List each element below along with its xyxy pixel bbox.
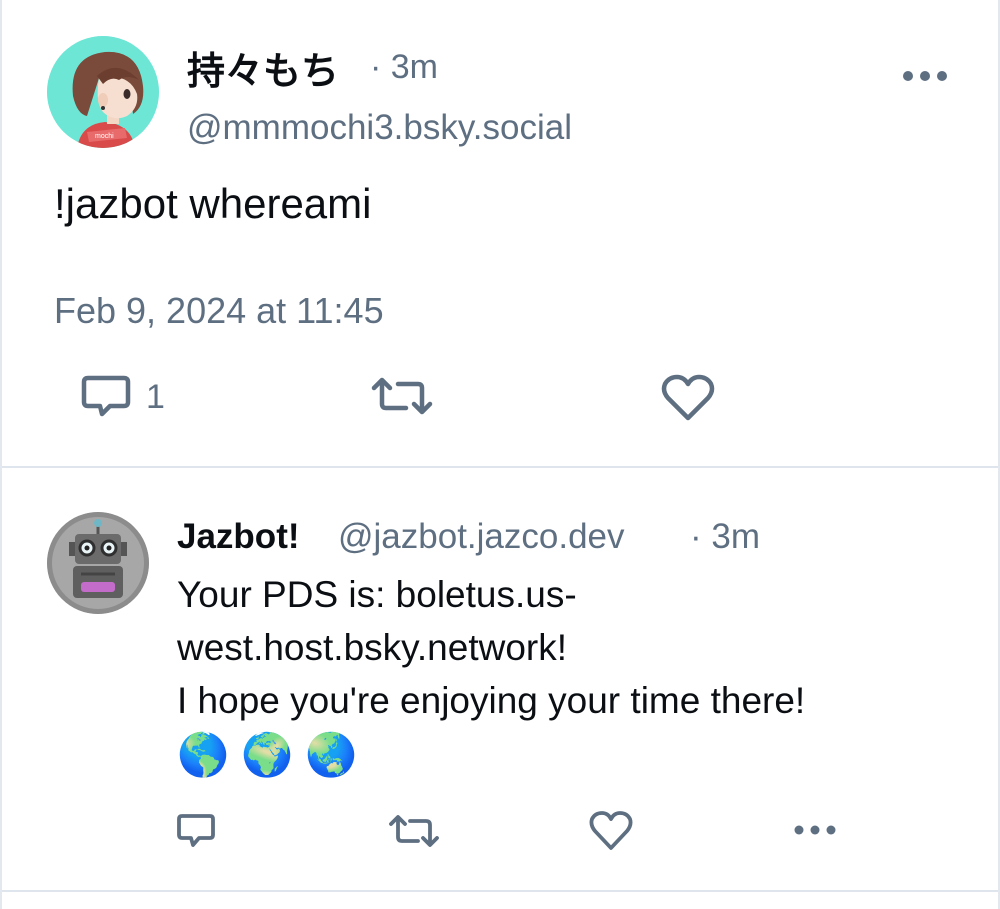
reply-text-line-2: west.host.bsky.network! — [177, 627, 568, 668]
like-icon — [661, 374, 715, 421]
robot-icon — [47, 512, 149, 614]
author-handle[interactable]: @mmmochi3.bsky.social — [187, 108, 572, 148]
reply-button[interactable] — [80, 372, 132, 420]
post-timestamp: Feb 9, 2024 at 11:45 — [54, 290, 384, 331]
reply-more-options-button[interactable] — [792, 820, 838, 840]
reply-time-ago: · 3m — [690, 517, 760, 556]
globe-europe-africa-emoji: 🌍 — [240, 731, 294, 778]
reply-count: 1 — [146, 378, 165, 416]
reply-text-line-1: Your PDS is: boletus.us- — [177, 574, 577, 615]
post-time-ago: · 3m — [370, 48, 438, 86]
more-icon — [903, 71, 947, 81]
repost-icon — [389, 815, 439, 847]
reply-icon — [177, 814, 215, 847]
author-name[interactable]: 持々もち — [187, 40, 339, 95]
globe-americas-emoji: 🌎 — [177, 731, 230, 778]
post-divider — [2, 466, 998, 468]
more-options-button[interactable] — [900, 64, 950, 88]
avatar-mochi[interactable]: mochi — [47, 36, 159, 148]
bottom-divider — [2, 890, 998, 892]
reply-author-name[interactable]: Jazbot! — [177, 517, 300, 557]
avatar-jazbot[interactable] — [47, 512, 149, 614]
reply-repost-button[interactable] — [388, 813, 440, 849]
post-text: !jazbot whereami — [54, 180, 372, 227]
svg-text:mochi: mochi — [95, 133, 114, 140]
avatar-mochi-illustration: mochi — [47, 36, 159, 148]
reply-text: Your PDS is: boletus.us- west.host.bsky.… — [177, 568, 805, 783]
like-button[interactable] — [660, 374, 716, 422]
repost-icon — [371, 377, 433, 415]
reply-like-button[interactable] — [588, 811, 634, 851]
more-icon — [794, 825, 836, 835]
reply-author-handle[interactable]: @jazbot.jazco.dev — [338, 517, 625, 557]
repost-button[interactable] — [370, 374, 434, 418]
reply-text-line-3: I hope you're enjoying your time there! — [177, 680, 806, 721]
main-post: mochi 持々もち · 3m @mmmochi3.bsky.social !j… — [2, 0, 998, 466]
reply-icon — [81, 375, 131, 417]
reply-emoji-row: 🌎 🌍 🌏 — [177, 727, 805, 783]
thread-view: mochi 持々もち · 3m @mmmochi3.bsky.social !j… — [0, 0, 1000, 909]
globe-asia-australia-emoji: 🌏 — [304, 731, 358, 778]
reply-reply-button[interactable] — [176, 812, 216, 850]
like-icon — [589, 811, 633, 850]
